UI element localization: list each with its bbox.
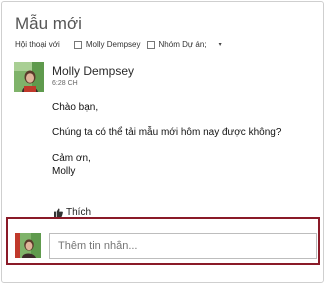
avatar[interactable] xyxy=(14,62,44,92)
post-time: 6:28 CH xyxy=(52,80,78,87)
add-message-input[interactable] xyxy=(49,233,317,259)
post-author[interactable]: Molly Dempsey xyxy=(52,64,134,78)
participant-project-group[interactable]: Nhóm Dự án; xyxy=(146,40,207,49)
thumbs-up-icon xyxy=(54,208,63,217)
participant-molly-dempsey[interactable]: Molly Dempsey xyxy=(73,40,141,49)
conversation-title: Mẫu mới xyxy=(15,14,82,33)
participants-label: Hội thoại với xyxy=(15,40,60,49)
group-icon xyxy=(146,40,155,49)
participant-name: Molly Dempsey xyxy=(85,40,141,49)
chevron-down-icon[interactable]: ▾ xyxy=(219,41,222,48)
message-line: Chúng ta có thể tải mẫu mới hôm nay được… xyxy=(52,127,282,138)
message-line: Chào bạn, xyxy=(52,102,99,113)
reply-area-highlight xyxy=(6,217,320,265)
message-line: Molly xyxy=(52,166,76,177)
message-line: Cảm ơn, xyxy=(52,153,91,164)
participants-bar: Hội thoại với Molly Dempsey Nhóm Dự án; … xyxy=(15,40,222,49)
current-user-avatar xyxy=(15,233,41,258)
participant-name: Nhóm Dự án; xyxy=(158,40,207,49)
person-icon xyxy=(73,40,82,49)
